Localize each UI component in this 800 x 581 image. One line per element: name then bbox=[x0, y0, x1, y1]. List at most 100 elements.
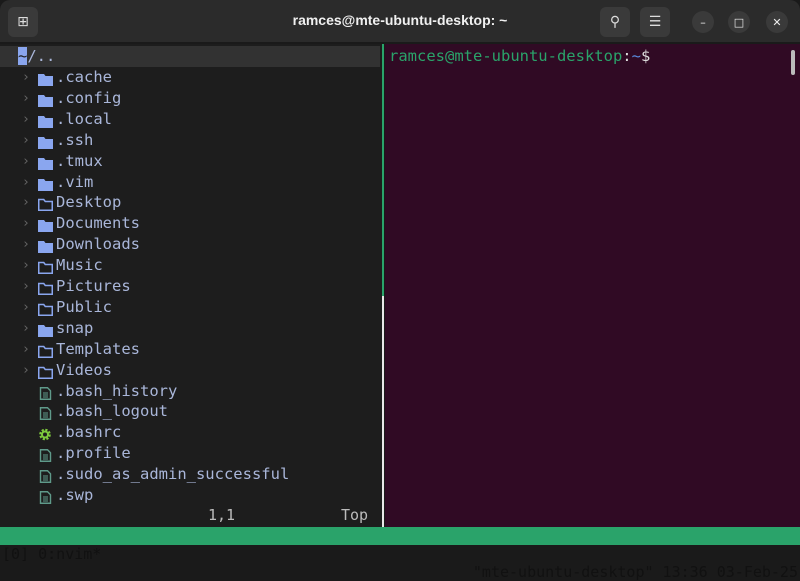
minimize-icon: – bbox=[700, 15, 706, 29]
tree-folder[interactable]: › Downloads bbox=[0, 234, 380, 255]
chevron-right-icon[interactable]: › bbox=[22, 318, 30, 339]
close-button[interactable]: ✕ bbox=[766, 11, 788, 33]
folder-icon bbox=[38, 280, 53, 295]
tree-item-label: .vim bbox=[56, 172, 94, 191]
search-button[interactable]: ⚲ bbox=[600, 7, 630, 37]
cursor-position: 1,1 bbox=[208, 506, 236, 524]
tree-file[interactable]: .bash_logout bbox=[0, 401, 380, 422]
tree-item-label: .bashrc bbox=[56, 423, 122, 442]
minimize-button[interactable]: – bbox=[692, 11, 714, 33]
tree-root[interactable]: ~/.. bbox=[0, 46, 380, 67]
menu-button[interactable]: ☰ bbox=[640, 7, 670, 37]
shell-prompt[interactable]: ramces@mte-ubuntu-desktop:~$ bbox=[389, 46, 650, 67]
file-icon bbox=[38, 405, 53, 421]
tree-item-label: .config bbox=[56, 88, 122, 107]
scrollbar[interactable] bbox=[791, 50, 795, 75]
folder-icon bbox=[38, 71, 53, 86]
tree-item-label: .profile bbox=[56, 444, 131, 463]
chevron-right-icon[interactable]: › bbox=[22, 151, 30, 172]
tree-item-label: Templates bbox=[56, 339, 140, 358]
tmux-status-right: "mte-ubuntu-desktop" 13:36 03-Feb-25 bbox=[472, 563, 798, 581]
folder-icon bbox=[38, 217, 53, 233]
tree-folder[interactable]: › .vim bbox=[0, 172, 380, 193]
chevron-right-icon[interactable]: › bbox=[22, 213, 30, 234]
tree-folder[interactable]: › Desktop bbox=[0, 192, 380, 213]
pane-divider-lower[interactable] bbox=[382, 296, 384, 527]
tree-file[interactable]: .swp bbox=[0, 485, 380, 506]
folder-icon bbox=[38, 113, 53, 128]
chevron-right-icon[interactable]: › bbox=[22, 130, 30, 151]
chevron-right-icon[interactable]: › bbox=[22, 360, 30, 381]
file-icon bbox=[38, 447, 53, 463]
chevron-right-icon[interactable]: › bbox=[22, 297, 30, 318]
folder-icon bbox=[38, 196, 53, 212]
tree-item-label: .cache bbox=[56, 68, 112, 86]
tree-item-label: .sudo_as_admin_successful bbox=[56, 465, 290, 484]
maximize-button[interactable]: □ bbox=[728, 11, 750, 33]
tmux-window-list[interactable]: [0] 0:nvim* bbox=[2, 545, 101, 563]
cursor: ~ bbox=[18, 47, 28, 65]
folder-icon bbox=[38, 343, 53, 358]
tree-item-label: Videos bbox=[56, 360, 112, 379]
tree-folder[interactable]: › Documents bbox=[0, 213, 380, 234]
prompt-colon: : bbox=[622, 47, 632, 65]
chevron-right-icon[interactable]: › bbox=[22, 339, 30, 360]
chevron-right-icon[interactable]: › bbox=[22, 234, 30, 255]
tree-item-label: .ssh bbox=[56, 130, 94, 149]
tree-folder[interactable]: › Templates bbox=[0, 339, 380, 360]
pane-divider[interactable] bbox=[382, 44, 384, 296]
close-icon: ✕ bbox=[772, 15, 782, 29]
hamburger-icon: ☰ bbox=[648, 14, 662, 30]
tree-folder[interactable]: › Public bbox=[0, 297, 380, 318]
search-icon: ⚲ bbox=[609, 14, 621, 30]
title-bar: ⊞ ramces@mte-ubuntu-desktop: ~ ⚲ ☰ – □ ✕ bbox=[0, 0, 800, 43]
file-icon bbox=[38, 385, 53, 400]
root-path: /.. bbox=[27, 47, 56, 65]
chevron-right-icon[interactable]: › bbox=[22, 192, 30, 213]
chevron-right-icon[interactable]: › bbox=[22, 172, 30, 193]
folder-icon bbox=[38, 259, 53, 275]
tree-folder[interactable]: › Music bbox=[0, 255, 380, 276]
tree-folder[interactable]: › .ssh bbox=[0, 130, 380, 151]
folder-icon bbox=[38, 155, 53, 170]
window-title: ramces@mte-ubuntu-desktop: ~ bbox=[292, 12, 508, 28]
chevron-right-icon[interactable]: › bbox=[22, 109, 30, 130]
terminal-pane[interactable] bbox=[385, 44, 800, 527]
maximize-icon: □ bbox=[733, 15, 745, 29]
folder-icon bbox=[38, 238, 53, 254]
tree-file[interactable]: .profile bbox=[0, 443, 380, 464]
tree-file[interactable]: .bash_history bbox=[0, 381, 380, 402]
folder-icon bbox=[38, 322, 53, 337]
prompt-symbol: $ bbox=[640, 47, 651, 65]
tree-item-label: Pictures bbox=[56, 277, 131, 295]
tree-file[interactable]: .bashrc bbox=[0, 422, 380, 443]
chevron-right-icon[interactable]: › bbox=[22, 276, 30, 297]
tree-item-label: Music bbox=[56, 256, 103, 275]
tree-folder[interactable]: › .config bbox=[0, 88, 380, 109]
tree-folder[interactable]: › Videos bbox=[0, 360, 380, 381]
tree-folder[interactable]: › .local bbox=[0, 109, 380, 130]
tree-folder[interactable]: › .cache bbox=[0, 67, 380, 88]
chevron-right-icon[interactable]: › bbox=[22, 67, 30, 88]
tree-item-label: Public bbox=[56, 297, 112, 316]
tree-folder[interactable]: › snap bbox=[0, 318, 380, 339]
tree-folder[interactable]: › Pictures bbox=[0, 276, 380, 297]
tree-item-label: .bash_logout bbox=[56, 402, 168, 421]
folder-icon bbox=[38, 176, 53, 191]
tree-folder[interactable]: › .tmux bbox=[0, 151, 380, 172]
tree-item-label: .bash_history bbox=[56, 381, 178, 400]
chevron-right-icon[interactable]: › bbox=[22, 88, 30, 109]
file-icon bbox=[38, 489, 53, 504]
tree-item-label: Downloads bbox=[56, 235, 140, 254]
tree-item-label: Desktop bbox=[56, 193, 122, 212]
tree-file[interactable]: .sudo_as_admin_successful bbox=[0, 464, 380, 485]
gear-icon bbox=[38, 426, 53, 441]
file-icon bbox=[38, 468, 53, 484]
tree-item-label: Documents bbox=[56, 214, 140, 233]
scroll-position: Top bbox=[341, 506, 369, 524]
chevron-right-icon[interactable]: › bbox=[22, 255, 30, 276]
tmux-status-bar: [0] 0:nvim* "mte-ubuntu-desktop" 13:36 0… bbox=[0, 527, 800, 581]
prompt-user-host: ramces@mte-ubuntu-desktop bbox=[389, 47, 623, 65]
tree-item-label: .tmux bbox=[56, 151, 103, 170]
folder-icon bbox=[38, 92, 53, 107]
